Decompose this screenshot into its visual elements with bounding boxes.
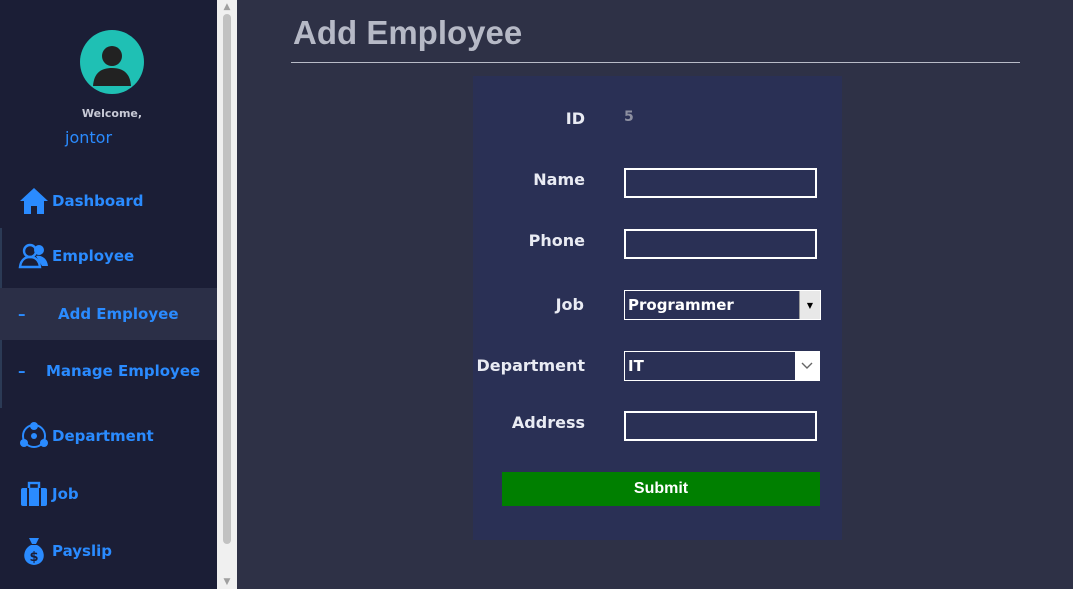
money-bag-icon: $: [18, 535, 50, 567]
phone-field[interactable]: [624, 229, 817, 259]
page-title: Add Employee: [293, 14, 523, 51]
sidebar-item-label: Manage Employee: [46, 362, 201, 380]
sidebar-item-label: Employee: [52, 247, 135, 265]
home-icon: [18, 185, 50, 217]
scroll-down-arrow-icon[interactable]: ▼: [217, 575, 237, 589]
avatar: [80, 30, 144, 94]
id-value: 5: [624, 109, 634, 125]
sidebar-item-label: Add Employee: [58, 305, 179, 323]
dropdown-arrow-icon[interactable]: ▼: [799, 291, 820, 319]
department-select[interactable]: IT: [624, 351, 820, 381]
scroll-up-arrow-icon[interactable]: ▲: [217, 0, 237, 14]
username: jontor: [65, 128, 113, 147]
job-label: Job: [555, 295, 584, 314]
sidebar-item-department[interactable]: Department: [0, 410, 217, 462]
chevron-down-icon[interactable]: [795, 352, 819, 380]
job-select[interactable]: Programmer ▼: [624, 290, 821, 320]
sidebar-scrollbar[interactable]: ▲ ▼: [217, 0, 237, 589]
sidebar-item-add-employee[interactable]: – Add Employee: [0, 288, 217, 340]
submit-button[interactable]: Submit: [502, 472, 820, 506]
id-label: ID: [565, 109, 585, 128]
welcome-text: Welcome,: [81, 107, 143, 120]
scroll-thumb[interactable]: [223, 14, 231, 544]
sidebar-item-job[interactable]: Job: [0, 468, 217, 520]
job-select-value: Programmer: [628, 296, 734, 314]
sidebar-item-label: Dashboard: [52, 192, 144, 210]
department-label: Department: [476, 356, 585, 375]
users-icon: [18, 240, 50, 272]
briefcase-icon: [18, 478, 50, 510]
add-employee-form: ID 5 Name Phone Job Programmer ▼ Departm…: [473, 76, 842, 540]
phone-label: Phone: [528, 231, 585, 250]
sidebar-item-label: Job: [52, 485, 79, 503]
name-label: Name: [533, 170, 585, 189]
sidebar-item-dashboard[interactable]: Dashboard: [0, 175, 217, 227]
department-icon: [18, 420, 50, 452]
address-label: Address: [511, 413, 585, 432]
user-silhouette-icon: [93, 46, 131, 86]
title-divider: [291, 62, 1020, 63]
sidebar-item-label: Department: [52, 427, 154, 445]
sidebar: Welcome, jontor Dashboard Employee – Add…: [0, 0, 217, 589]
sidebar-item-payslip[interactable]: $ Payslip: [0, 525, 217, 577]
address-field[interactable]: [624, 411, 817, 441]
dash-icon: –: [18, 362, 26, 380]
sidebar-item-employee[interactable]: Employee: [0, 230, 217, 282]
department-select-value: IT: [628, 357, 644, 375]
name-field[interactable]: [624, 168, 817, 198]
dash-icon: –: [18, 305, 26, 323]
sidebar-item-manage-employee[interactable]: – Manage Employee: [0, 345, 217, 397]
svg-text:$: $: [29, 550, 38, 565]
sidebar-item-label: Payslip: [52, 542, 112, 560]
